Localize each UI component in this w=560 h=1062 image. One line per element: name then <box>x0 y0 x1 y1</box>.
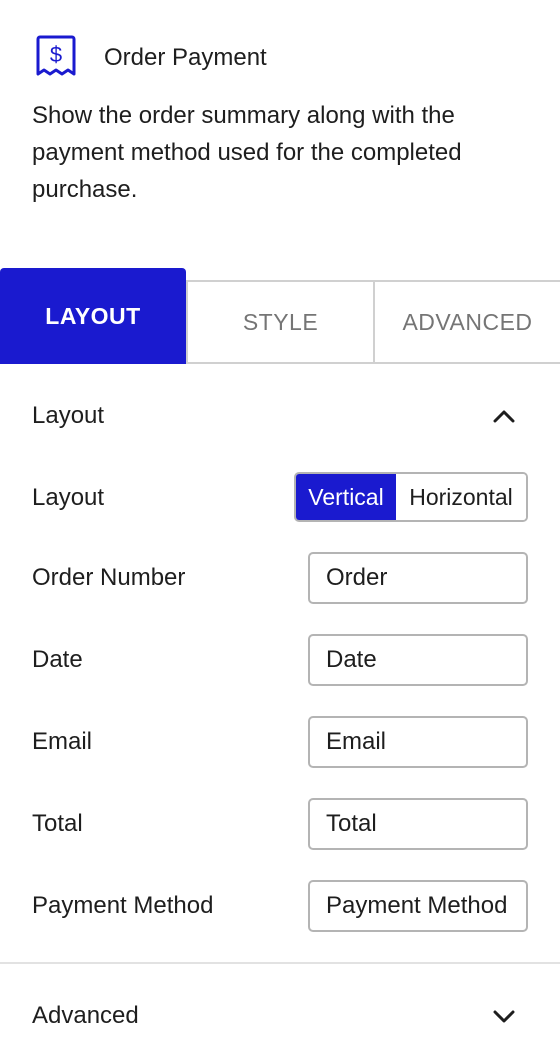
svg-text:$: $ <box>50 42 62 67</box>
advanced-panel-title: Advanced <box>32 1002 139 1029</box>
date-input[interactable] <box>308 634 528 686</box>
layout-orientation-toggle: Vertical Horizontal <box>294 472 528 522</box>
vertical-option-button[interactable]: Vertical <box>296 474 396 520</box>
order-number-input[interactable] <box>308 552 528 604</box>
date-row: Date <box>0 634 560 686</box>
payment-method-label: Payment Method <box>32 892 214 919</box>
receipt-dollar-icon: $ <box>36 35 76 76</box>
tab-style[interactable]: STYLE <box>186 280 373 364</box>
order-number-label: Order Number <box>32 564 186 591</box>
tab-advanced[interactable]: ADVANCED <box>373 280 560 364</box>
total-input[interactable] <box>308 798 528 850</box>
payment-method-input[interactable] <box>308 880 528 932</box>
email-row: Email <box>0 716 560 768</box>
inspector-tabs: LAYOUT STYLE ADVANCED <box>0 268 560 364</box>
total-label: Total <box>32 810 83 837</box>
horizontal-option-button[interactable]: Horizontal <box>396 474 526 520</box>
chevron-up-icon <box>493 410 515 423</box>
advanced-panel-toggle[interactable]: Advanced <box>0 976 560 1056</box>
block-title: Order Payment <box>104 44 267 71</box>
block-card: $ Order Payment Show the order summary a… <box>0 0 560 230</box>
block-description: Show the order summary along with the pa… <box>32 102 462 203</box>
email-label: Email <box>32 728 93 755</box>
tab-layout[interactable]: LAYOUT <box>0 268 186 364</box>
order-number-row: Order Number <box>0 552 560 604</box>
layout-orientation-label: Layout <box>32 484 105 511</box>
layout-orientation-row: Layout Vertical Horizontal <box>0 472 560 524</box>
layout-panel-toggle[interactable]: Layout <box>0 376 560 456</box>
total-row: Total <box>0 798 560 850</box>
payment-method-row: Payment Method <box>0 880 560 932</box>
email-input[interactable] <box>308 716 528 768</box>
chevron-down-icon <box>493 1010 515 1023</box>
date-label: Date <box>32 646 83 673</box>
panel-divider <box>0 962 560 964</box>
layout-panel-title: Layout <box>32 402 105 429</box>
